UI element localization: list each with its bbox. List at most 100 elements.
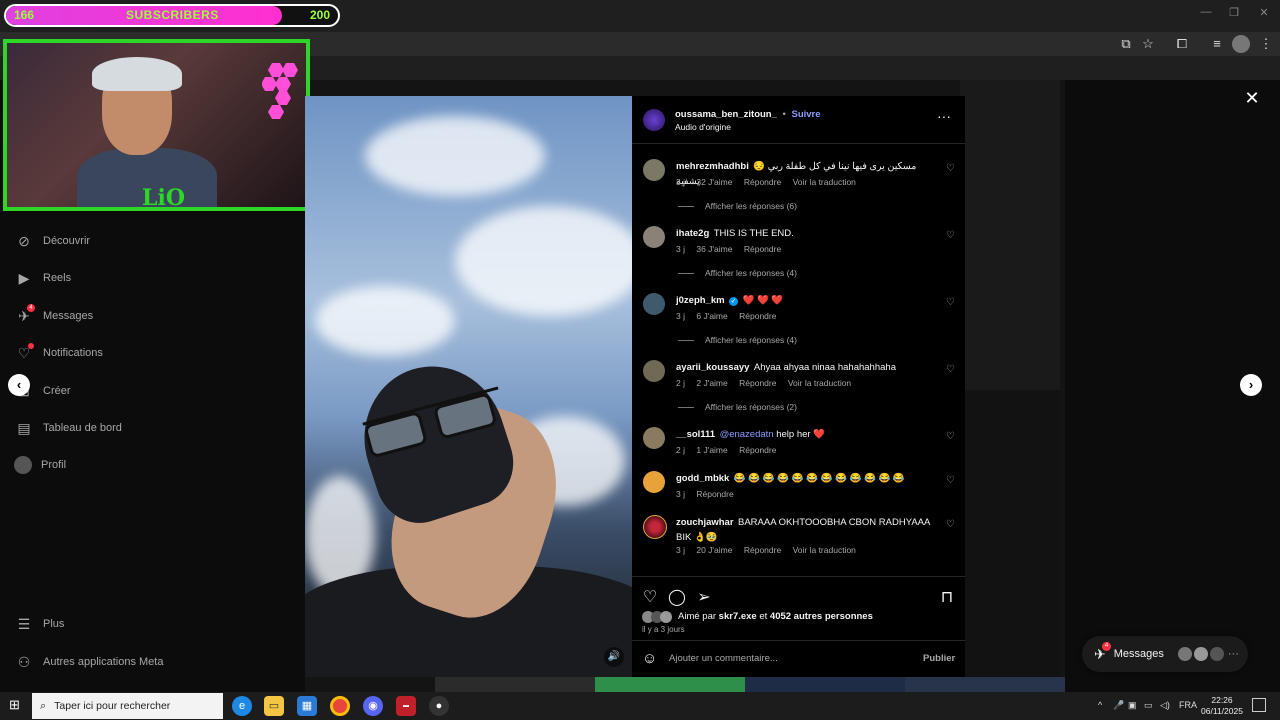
comment-reply[interactable]: Répondre (744, 545, 781, 555)
comment-username[interactable]: godd_mbkk (676, 473, 729, 484)
obs-icon[interactable]: ● (429, 696, 449, 716)
comment-like-icon[interactable]: ♡ (946, 476, 956, 486)
likes-summary[interactable]: Aimé par skr7.exe et 4052 autres personn… (678, 611, 873, 622)
sidebar-item-reels[interactable]: ▶ Reels (14, 266, 72, 290)
comment-like-icon[interactable]: ♡ (946, 298, 956, 308)
chrome-icon[interactable] (330, 696, 350, 716)
comment-mention[interactable]: @enazedatn (720, 429, 774, 440)
clock[interactable]: 22:26 06/11/2025 (1200, 695, 1244, 717)
comment-likes[interactable]: 1 J'aime (696, 445, 727, 455)
comment-avatar[interactable] (643, 471, 665, 493)
comment-translate[interactable]: Voir la traduction (793, 177, 856, 187)
sidebar-item-label: Tableau de bord (43, 422, 122, 434)
more-options-icon[interactable]: ··· (937, 108, 951, 124)
comment-like-icon[interactable]: ♡ (946, 365, 956, 375)
comment-reply[interactable]: Répondre (744, 244, 781, 254)
microphone-icon[interactable]: 🎤 (1113, 700, 1124, 711)
comment-like-icon[interactable]: ♡ (946, 520, 956, 530)
comment-avatar[interactable] (643, 515, 667, 539)
show-replies[interactable]: Afficher les réponses (4) (678, 335, 797, 345)
taskbar-search[interactable]: ⌕ Taper ici pour rechercher (32, 693, 223, 719)
comment-avatar[interactable] (643, 293, 665, 315)
sidebar-item-meta-apps[interactable]: ⚇ Autres applications Meta (14, 650, 164, 674)
reel-video[interactable]: 🔊 (305, 96, 632, 677)
sidebar-item-notifications[interactable]: ♡ Notifications (14, 341, 103, 365)
comment-reply[interactable]: Répondre (739, 378, 776, 388)
extensions-icon[interactable]: ⧠ (1173, 35, 1191, 53)
comment-reply[interactable]: Répondre (696, 489, 733, 499)
sidebar-item-tableau-de-bord[interactable]: ▤ Tableau de bord (14, 416, 122, 440)
sidebar-item-decouvrir[interactable]: ⊘ Découvrir (14, 229, 90, 253)
windows-start-icon[interactable]: ⊞ (9, 698, 23, 712)
comment-likes[interactable]: 6 J'aime (696, 311, 727, 321)
minimize-icon[interactable]: — (1196, 6, 1216, 22)
show-replies[interactable]: Afficher les réponses (4) (678, 268, 797, 278)
comment-avatar[interactable] (643, 427, 665, 449)
language-indicator[interactable]: FRA (1179, 700, 1197, 710)
comment-likes[interactable]: 2 J'aime (696, 378, 727, 388)
edge-icon[interactable]: e (232, 696, 252, 716)
comment-reply[interactable]: Répondre (739, 311, 776, 321)
file-explorer-icon[interactable]: ▭ (264, 696, 284, 716)
notification-center-icon[interactable] (1252, 698, 1266, 712)
comment-like-icon[interactable]: ♡ (946, 432, 956, 442)
media-control-icon[interactable]: ≡ (1208, 35, 1226, 53)
comment-translate[interactable]: Voir la traduction (788, 378, 851, 388)
comment-reply[interactable]: Répondre (744, 177, 781, 187)
previous-post-button[interactable]: ‹ (8, 374, 30, 396)
comment-likes[interactable]: 20 J'aime (696, 545, 732, 555)
author-avatar[interactable] (643, 109, 665, 131)
follow-button[interactable]: Suivre (792, 109, 821, 120)
messages-pill-badge: 4 (1102, 641, 1111, 651)
comment-avatar[interactable] (643, 159, 665, 181)
restore-icon[interactable]: ❐ (1224, 6, 1244, 22)
comment-input[interactable]: Ajouter un commentaire... (669, 653, 778, 664)
comment-avatar[interactable] (643, 226, 665, 248)
store-icon[interactable]: ▦ (297, 696, 317, 716)
messages-pill[interactable]: ✈ 4 Messages ··· (1082, 636, 1248, 672)
comment-like-icon[interactable]: ♡ (946, 164, 956, 174)
emoji-icon[interactable]: ☺ (642, 650, 657, 667)
next-post-button[interactable]: › (1240, 374, 1262, 396)
tray-app-icon[interactable]: ▣ (1128, 700, 1137, 711)
close-window-icon[interactable]: ✕ (1254, 6, 1274, 22)
likes-user[interactable]: skr7.exe (719, 611, 757, 622)
comment-likes[interactable]: 36 J'aime (696, 244, 732, 254)
comment-like-icon[interactable]: ♡ (946, 231, 956, 241)
likes-count[interactable]: 4052 autres personnes (770, 611, 873, 622)
comment-username[interactable]: zouchjawhar (676, 517, 734, 528)
comment-avatar[interactable] (643, 360, 665, 382)
author-username[interactable]: oussama_ben_zitoun_ (675, 109, 777, 120)
audio-label[interactable]: Audio d'origine (675, 122, 731, 132)
sidebar-item-plus[interactable]: ☰ Plus (14, 612, 65, 636)
comment-bubble-icon[interactable]: ◯ (668, 589, 686, 607)
sidebar-item-messages[interactable]: ✈ 4 Messages (14, 304, 93, 328)
share-send-icon[interactable]: ➢ (695, 589, 713, 607)
volume-icon[interactable]: 🔊 (604, 647, 624, 667)
network-icon[interactable]: ▭ (1144, 700, 1153, 711)
show-replies[interactable]: Afficher les réponses (6) (678, 201, 797, 211)
tray-chevron-icon[interactable]: ^ (1098, 700, 1102, 710)
cast-icon[interactable]: ⧉ (1117, 35, 1135, 53)
bookmark-star-icon[interactable]: ☆ (1139, 35, 1157, 53)
comment-username[interactable]: __sol111 (676, 429, 715, 440)
sidebar-item-profil[interactable]: Profil (14, 453, 66, 477)
like-heart-icon[interactable]: ♡ (641, 589, 659, 607)
video-editor-icon[interactable]: ▬ (396, 696, 416, 716)
publish-button[interactable]: Publier (923, 653, 955, 664)
profile-avatar-icon[interactable] (1232, 35, 1250, 53)
comment-reply[interactable]: Répondre (739, 445, 776, 455)
comment-username[interactable]: mehrezmhadhbi (676, 161, 749, 172)
comment-username[interactable]: ihate2g (676, 228, 709, 239)
comment-translate[interactable]: Voir la traduction (793, 545, 856, 555)
messages-pill-avatars (1177, 647, 1224, 661)
volume-tray-icon[interactable]: ◁) (1160, 700, 1170, 711)
kebab-menu-icon[interactable]: ⋮ (1257, 35, 1275, 53)
comment-username[interactable]: ayarii_koussayy (676, 362, 749, 373)
show-replies[interactable]: Afficher les réponses (2) (678, 402, 797, 412)
comment-username[interactable]: j0zeph_km (676, 295, 725, 306)
save-bookmark-icon[interactable]: ⊓ (938, 589, 956, 607)
close-icon[interactable]: ✕ (1243, 89, 1261, 107)
discord-icon[interactable]: ◉ (363, 696, 383, 716)
comment-likes[interactable]: 32 J'aime (696, 177, 732, 187)
